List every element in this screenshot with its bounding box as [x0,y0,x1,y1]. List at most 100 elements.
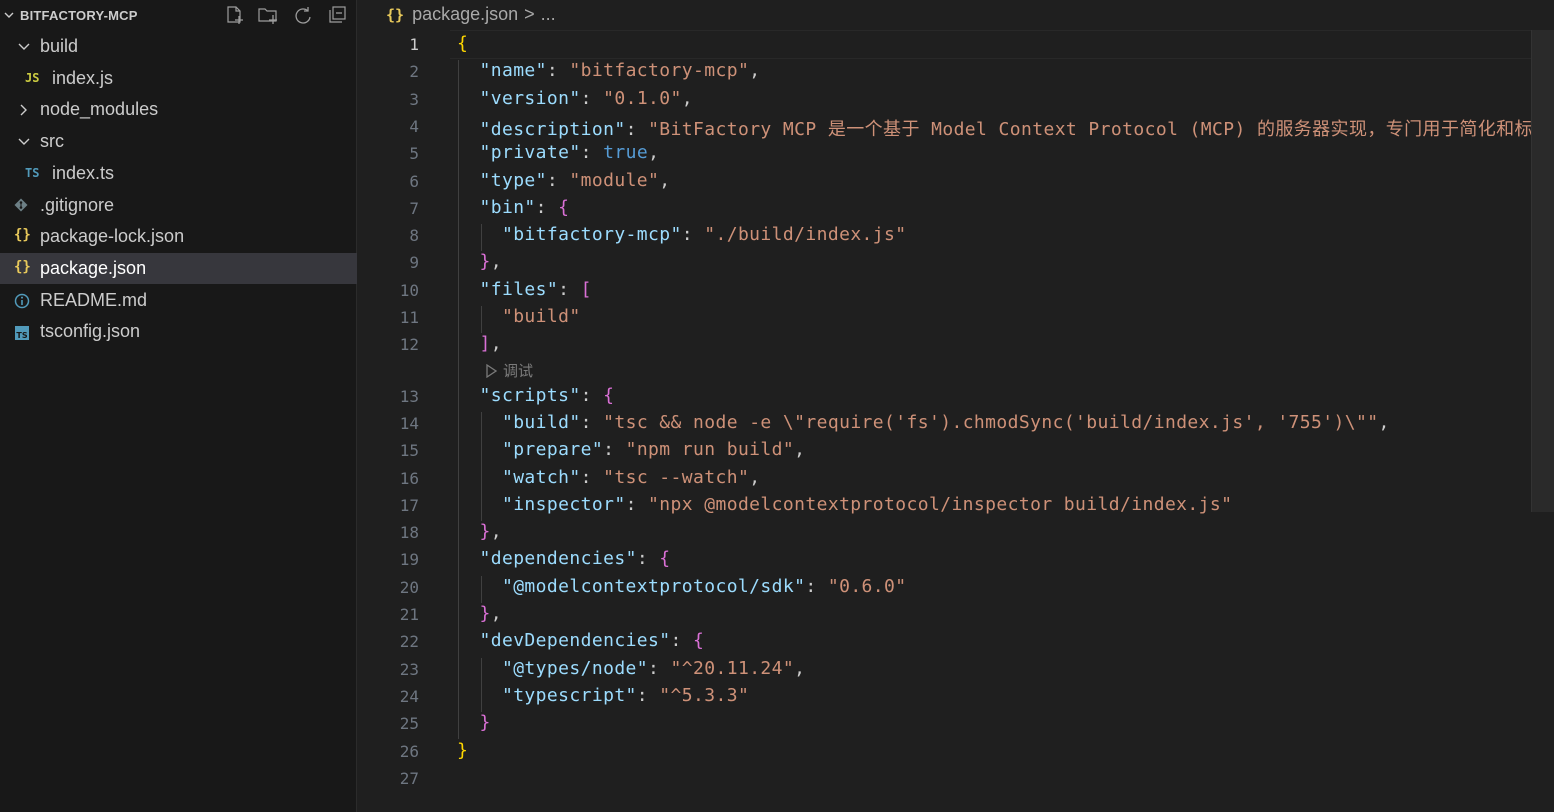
line-number: 25 [399,714,419,734]
code-token: "description" [479,118,626,140]
code-line[interactable]: "typescript": "^5.3.3" [457,685,749,706]
breadcrumb-file[interactable]: package.json [412,4,518,24]
code-line[interactable]: } [457,740,468,761]
typescript-file-icon: TS [25,165,40,180]
code-line[interactable]: } [457,712,491,733]
tree-folder-node-modules[interactable]: node_modules [0,94,357,125]
code-line[interactable]: "bitfactory-mcp": "./build/index.js" [457,224,907,245]
debug-codelens[interactable]: 调试 [485,360,533,381]
code-line[interactable]: "build" [457,306,581,327]
code-line[interactable]: "devDependencies": { [457,630,704,651]
code-token: : [648,657,671,679]
code-token: "dependencies" [479,548,637,570]
code-token: : [681,224,705,246]
code-token: : [580,466,604,488]
tree-item-label: index.js [52,67,114,88]
code-line[interactable]: "prepare": "npm run build", [457,439,805,460]
tree-folder-build[interactable]: build [0,31,357,62]
code-line[interactable]: ], [457,333,502,354]
tree-file-index-ts[interactable]: TS index.ts [0,158,357,189]
code-token: { [659,548,671,570]
tree-file-index-js[interactable]: JS index.js [0,63,357,94]
line-number: 26 [399,741,419,761]
new-folder-icon[interactable] [257,5,279,25]
tree-file-tsconfig-json[interactable]: TS tsconfig.json [0,316,357,347]
line-number: 5 [409,144,419,164]
line-number: 9 [409,253,419,273]
explorer-sidebar: BITFACTORY-MCP build JS index.js node_modul… [0,0,357,812]
line-number: 11 [399,308,419,327]
tree-file-package-json[interactable]: {} package.json [0,252,357,284]
code-line[interactable]: "version": "0.1.0", [457,88,693,109]
json-file-icon: {} [14,227,31,244]
tree-file-readme-md[interactable]: README.md [0,285,357,316]
tree-item-label: src [40,131,64,152]
line-number: 10 [399,280,419,300]
code-token: : [625,118,649,140]
code-token: "^5.3.3" [659,684,750,706]
code-line[interactable]: }, [457,251,502,272]
code-line[interactable]: "bin": { [457,197,569,218]
code-line[interactable]: "description": "BitFactory MCP 是一个基于 Mod… [457,115,1533,141]
current-line-highlight [450,30,1554,59]
code-line[interactable]: "@types/node": "^20.11.24", [457,658,805,679]
line-number: 4 [409,116,419,136]
code-token: : [558,278,581,300]
code-line[interactable]: "scripts": { [457,385,614,406]
breadcrumb[interactable]: {} package.json >... [386,4,556,28]
tree-item-label: tsconfig.json [40,321,141,342]
code-token: "^20.11.24" [670,657,795,679]
line-number: 7 [409,198,419,218]
code-line[interactable]: }, [457,521,502,542]
chevron-down-icon[interactable] [3,9,15,21]
code-token: } [479,521,491,543]
code-token: , [794,439,806,461]
line-number: 20 [399,577,419,597]
vertical-scrollbar[interactable] [1531,30,1554,512]
code-line[interactable]: "dependencies": { [457,548,671,569]
new-file-icon[interactable] [224,5,246,25]
tree-item-label: .gitignore [40,194,115,215]
code-token: : [580,87,604,109]
code-line[interactable]: "build": "tsc && node -e \"require('fs')… [457,412,1390,433]
code-line[interactable]: "name": "bitfactory-mcp", [457,60,760,81]
code-line[interactable]: "watch": "tsc --watch", [457,467,760,488]
refresh-icon[interactable] [292,5,314,25]
tree-item-label: package-lock.json [40,226,185,247]
code-line[interactable]: "@modelcontextprotocol/sdk": "0.6.0" [457,576,907,597]
code-line[interactable]: "inspector": "npx @modelcontextprotocol/… [457,494,1232,515]
code-line[interactable]: { [457,33,468,54]
code-token: : [546,169,570,191]
code-line[interactable]: }, [457,603,502,624]
code-editor[interactable]: 1 2 3 4 5 6 7 8 9 10 11 12 13 14 15 16 17 18 19 20 21 22 23 24 2… [357,30,1554,812]
tree-folder-src[interactable]: src [0,126,357,157]
code-line[interactable]: "private": true, [457,142,659,163]
code-token: , [648,142,660,164]
code-line[interactable]: "files": [ [457,279,592,300]
tree-file-gitignore[interactable]: .gitignore [0,190,357,221]
collapse-all-icon[interactable] [327,5,349,25]
breadcrumb-symbols[interactable]: ... [541,4,556,24]
svg-text:TS: TS [16,331,27,340]
code-token: "@types/node" [501,657,649,679]
code-token: "@modelcontextprotocol/sdk" [501,575,806,597]
code-token: { [603,384,615,406]
code-line[interactable]: "type": "module", [457,170,671,191]
code-token: "private" [479,142,581,164]
tree-file-package-lock-json[interactable]: {} package-lock.json [0,221,357,252]
breadcrumb-separator: > [524,4,535,24]
code-token: "build" [501,306,581,327]
code-token: : [670,630,693,652]
line-number: 15 [399,441,419,461]
explorer-title[interactable]: BITFACTORY-MCP [20,8,138,23]
codelens-label: 调试 [503,363,534,380]
code-token: "watch" [501,466,581,488]
code-token: "tsc --watch" [603,466,750,488]
tree-item-label: index.ts [52,162,115,183]
code-token: { [693,630,705,652]
